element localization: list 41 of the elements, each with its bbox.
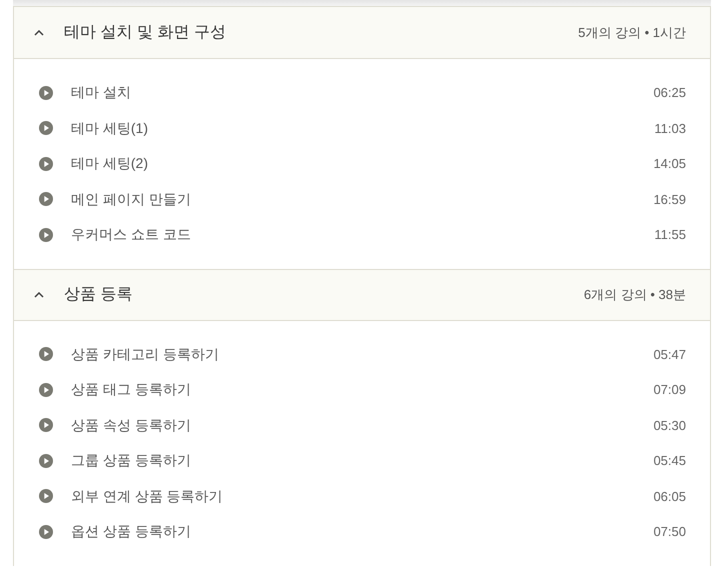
section-header[interactable]: 테마 설치 및 화면 구성 5개의 강의 • 1시간 xyxy=(14,7,710,59)
section-meta: 6개의 강의 • 38분 xyxy=(584,286,686,304)
lecture-duration: 06:05 xyxy=(653,488,686,506)
play-icon[interactable] xyxy=(39,524,53,539)
play-icon[interactable] xyxy=(39,228,53,242)
play-icon[interactable] xyxy=(39,418,53,432)
lecture-title[interactable]: 옵션 상품 등록하기 xyxy=(71,521,654,542)
lecture-title[interactable]: 테마 설치 xyxy=(71,82,654,104)
lecture-title[interactable]: 상품 속성 등록하기 xyxy=(71,414,654,436)
lecture-duration: 06:25 xyxy=(653,84,686,102)
lecture-duration: 11:55 xyxy=(654,226,686,244)
lecture-duration: 05:30 xyxy=(653,416,686,434)
lecture-duration: 16:59 xyxy=(653,190,686,208)
lecture-title[interactable]: 상품 카테고리 등록하기 xyxy=(71,344,654,365)
lecture-duration: 07:50 xyxy=(653,523,686,541)
lecture-duration: 14:05 xyxy=(653,155,686,173)
lecture-title[interactable]: 우커머스 쇼트 코드 xyxy=(71,224,654,246)
lecture-duration: 05:45 xyxy=(653,452,686,470)
lecture-duration: 05:47 xyxy=(653,346,686,364)
lecture-duration: 07:09 xyxy=(653,381,686,399)
lecture-duration: 11:03 xyxy=(654,120,686,138)
lecture-title[interactable]: 테마 세팅(2) xyxy=(71,153,654,174)
lecture-title[interactable]: 그룹 상품 등록하기 xyxy=(71,450,654,472)
play-icon[interactable] xyxy=(39,347,53,362)
lecture-title[interactable]: 메인 페이지 만들기 xyxy=(71,188,654,210)
play-icon[interactable] xyxy=(39,382,53,397)
play-icon[interactable] xyxy=(39,454,53,468)
play-icon[interactable] xyxy=(39,86,53,100)
section-title: 테마 설치 및 화면 구성 xyxy=(64,22,227,42)
play-icon[interactable] xyxy=(39,156,53,171)
lecture-title[interactable]: 외부 연계 상품 등록하기 xyxy=(71,486,654,507)
section-meta: 5개의 강의 • 1시간 xyxy=(578,24,686,42)
lecture-title[interactable]: 상품 태그 등록하기 xyxy=(71,379,654,400)
play-icon[interactable] xyxy=(39,121,53,136)
play-icon[interactable] xyxy=(39,192,53,206)
section-title: 상품 등록 xyxy=(64,284,134,304)
play-icon[interactable] xyxy=(39,489,53,504)
lecture-title[interactable]: 테마 세팅(1) xyxy=(71,118,654,139)
chevron-icon xyxy=(34,30,44,36)
section-header[interactable]: 상품 등록 6개의 강의 • 38분 xyxy=(14,268,710,320)
chevron-icon xyxy=(34,292,44,298)
